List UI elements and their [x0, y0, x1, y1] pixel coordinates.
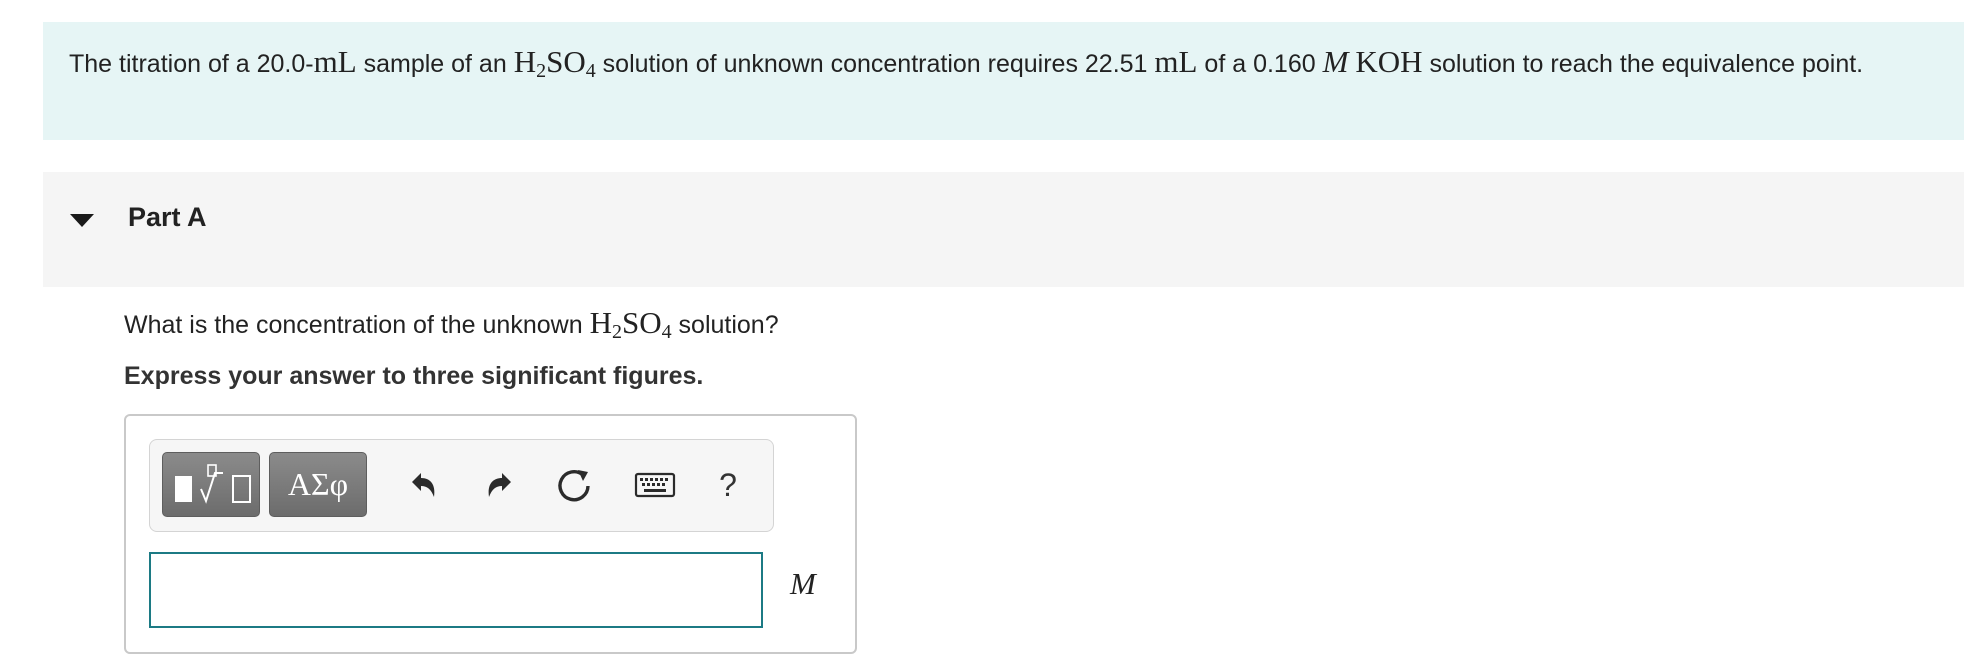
question-post: solution?: [671, 311, 779, 339]
unit-ml-1: mL: [313, 44, 357, 79]
formula-h2so4: H2SO4: [513, 44, 596, 82]
keyboard-icon: [634, 472, 676, 498]
answer-unit: M: [790, 566, 816, 601]
redo-button[interactable]: [477, 462, 523, 508]
keyboard-button[interactable]: [632, 462, 678, 508]
undo-icon: [412, 473, 435, 497]
unit-molar: M: [1322, 44, 1349, 79]
templates-button[interactable]: [162, 452, 260, 517]
answer-panel: ΑΣφ ? M: [124, 414, 857, 654]
problem-text-5: solution to reach the equivalence point.: [1422, 50, 1864, 78]
question-pre: What is the concentration of the unknown: [124, 311, 590, 339]
problem-text-1: The titration of a 20.0-: [69, 50, 314, 78]
help-button[interactable]: ?: [705, 462, 751, 508]
part-a-header[interactable]: Part A: [43, 172, 1964, 287]
question-text: What is the concentration of the unknown…: [124, 305, 779, 343]
collapse-caret-icon[interactable]: [70, 214, 94, 227]
reset-button[interactable]: [552, 462, 598, 508]
math-toolbar: ΑΣφ ?: [149, 439, 774, 532]
formula-h: H: [513, 44, 537, 79]
help-icon: ?: [719, 466, 737, 503]
question-formula-h-subscript: 2: [611, 321, 622, 343]
question-formula-h: H: [589, 305, 612, 340]
greek-letters-icon: ΑΣφ: [287, 466, 349, 502]
problem-text-4: of a 0.160: [1197, 50, 1323, 78]
answer-instruction: Express your answer to three significant…: [124, 362, 704, 390]
undo-button[interactable]: [400, 462, 446, 508]
reset-icon: [558, 470, 590, 502]
formula-h-subscript: 2: [536, 60, 547, 82]
question-formula-h2so4: H2SO4: [589, 305, 672, 343]
redo-icon: [488, 473, 511, 497]
question-formula-so-subscript: 4: [661, 321, 672, 343]
problem-statement: The titration of a 20.0-mL sample of an …: [43, 22, 1964, 140]
formula-koh: KOH: [1355, 44, 1423, 79]
problem-text-2: sample of an: [356, 50, 514, 78]
part-title: Part A: [128, 202, 207, 232]
problem-text-3: solution of unknown concentration requir…: [595, 50, 1155, 78]
question-formula-so: SO: [621, 305, 662, 340]
formula-so-subscript: 4: [585, 60, 596, 82]
answer-input[interactable]: [149, 552, 763, 628]
templates-icon: [175, 464, 251, 504]
formula-so: SO: [546, 44, 586, 79]
greek-letters-button[interactable]: ΑΣφ: [269, 452, 367, 517]
unit-ml-2: mL: [1154, 44, 1198, 79]
